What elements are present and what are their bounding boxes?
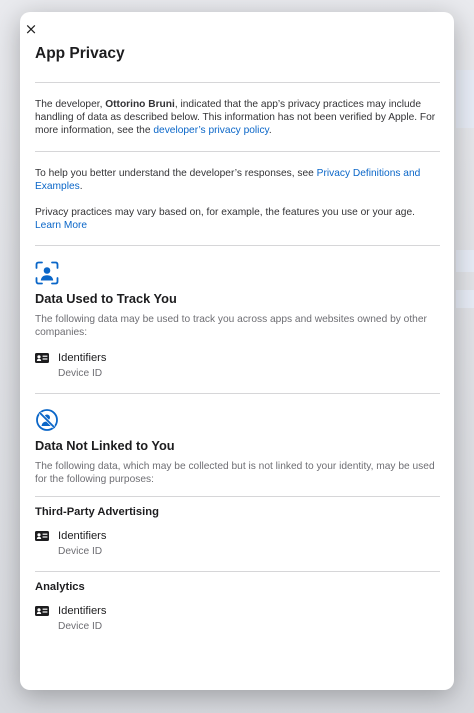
- not-linked-icon: [35, 408, 59, 432]
- id-card-icon: [35, 606, 49, 616]
- not-linked-description: The following data, which may be collect…: [35, 461, 435, 485]
- learn-more-link[interactable]: Learn More: [35, 220, 87, 231]
- dialog-title: App Privacy: [35, 45, 125, 62]
- tracking-description: The following data may be used to track …: [35, 314, 427, 338]
- data-item-title: Identifiers: [58, 352, 107, 364]
- purpose-title: Third-Party Advertising: [35, 506, 159, 518]
- background-banner: [456, 250, 474, 272]
- divider: [35, 82, 440, 83]
- variance-text: Privacy practices may vary based on, for…: [35, 207, 415, 218]
- divider: [35, 393, 440, 394]
- help-text: To help you better understand the develo…: [35, 168, 317, 179]
- tracking-title: Data Used to Track You: [35, 291, 177, 306]
- id-card-icon: [35, 531, 49, 541]
- intro-paragraph: The developer, Ottorino Bruni, indicated…: [35, 98, 440, 137]
- data-item-subtitle: Device ID: [58, 546, 103, 557]
- not-linked-title: Data Not Linked to You: [35, 438, 175, 453]
- data-item-title: Identifiers: [58, 605, 107, 617]
- intro-text: The developer,: [35, 99, 106, 110]
- divider: [35, 571, 440, 572]
- data-item-subtitle: Device ID: [58, 621, 103, 632]
- purpose-title: Analytics: [35, 581, 85, 593]
- data-item: Identifiers Device ID: [35, 351, 440, 381]
- background-banner: [456, 70, 474, 128]
- privacy-policy-link[interactable]: developer’s privacy policy: [153, 125, 269, 136]
- close-button[interactable]: ×: [24, 22, 38, 37]
- divider: [35, 496, 440, 497]
- help-text: .: [79, 181, 83, 192]
- variance-paragraph: Privacy practices may vary based on, for…: [35, 206, 440, 232]
- id-card-icon: [35, 353, 49, 363]
- divider: [35, 245, 440, 246]
- data-item-subtitle: Device ID: [58, 368, 103, 379]
- data-item: Identifiers Device ID: [35, 529, 440, 559]
- background-banner: [456, 290, 474, 308]
- data-item-title: Identifiers: [58, 530, 107, 542]
- developer-name: Ottorino Bruni: [105, 99, 175, 110]
- divider: [35, 151, 440, 152]
- dialog-content: App Privacy The developer, Ottorino Brun…: [35, 44, 440, 634]
- intro-text: .: [268, 125, 272, 136]
- person-tracking-icon: [35, 261, 59, 285]
- app-privacy-dialog: × App Privacy The developer, Ottorino Br…: [20, 12, 454, 690]
- help-paragraph: To help you better understand the develo…: [35, 167, 440, 193]
- data-item: Identifiers Device ID: [35, 604, 440, 634]
